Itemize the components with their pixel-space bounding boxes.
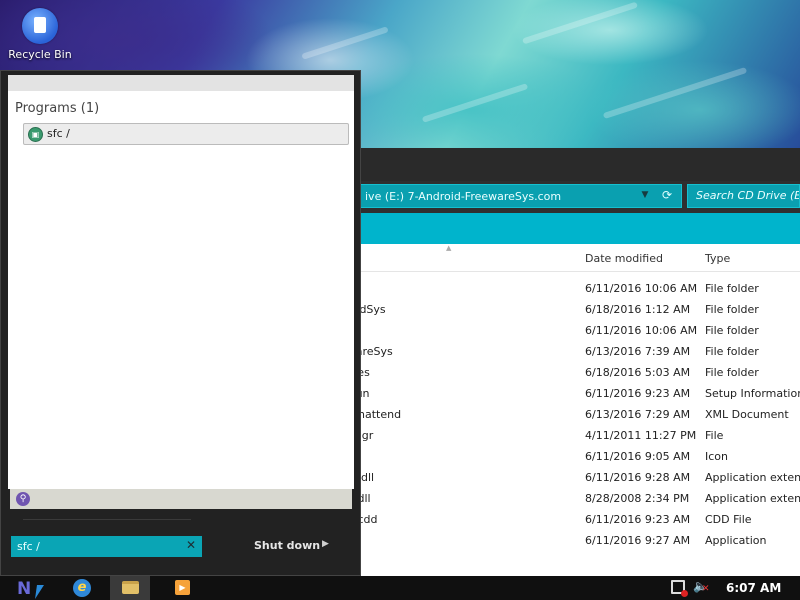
table-row[interactable]: up.cdd 6/11/2016 9:23 AM CDD File [340,509,800,530]
file-date: 6/11/2016 9:23 AM [585,513,691,526]
file-name: up [340,530,580,551]
column-header: ▲ Date modified Type [340,244,800,272]
file-date: 6/18/2016 5:03 AM [585,366,691,379]
table-row[interactable]: urces 6/18/2016 5:03 AM File folder [340,362,800,383]
table-row[interactable]: o_1 6/11/2016 9:05 AM Icon [340,446,800,467]
volume-muted-icon[interactable]: 🔈 [693,579,711,597]
file-name: up.cdd [340,509,580,530]
file-date: 6/11/2016 9:23 AM [585,387,691,400]
search-result-label: sfc / [47,127,70,140]
file-date: 6/11/2016 9:27 AM [585,534,691,547]
file-date: 6/11/2016 9:28 AM [585,471,691,484]
explorer-title-bar[interactable] [340,148,800,181]
file-name: ot [340,278,580,299]
see-more-results-bar[interactable]: ⚲ [10,489,352,509]
media-player-icon: ▶ [175,580,190,595]
file-type: Application [705,534,767,547]
file-name: tounattend [340,408,402,421]
file-type: Icon [705,450,728,463]
file-date: 6/13/2016 7:29 AM [585,408,691,421]
table-row[interactable]: ewareSys 6/13/2016 7:39 AM File folder [340,341,800,362]
file-date: 8/28/2008 2:34 PM [585,492,690,505]
taskbar-clock[interactable]: 6:07 AM [726,581,781,595]
file-type: Application extension [705,471,800,484]
shutdown-button[interactable]: Shut down [254,539,320,552]
internet-explorer-icon: e [73,579,91,597]
table-row[interactable]: ot 6/11/2016 10:06 AM File folder [340,278,800,299]
explorer-toolbar [340,213,800,244]
start-button[interactable]: N [0,576,40,600]
results-section-title: Programs (1) [15,101,100,116]
file-name: 5.1.dll [340,467,580,488]
table-row[interactable]: 5.1.dll 6/11/2016 9:28 AM Application exte… [340,467,800,488]
table-row[interactable]: 51.dll 8/28/2008 2:34 PM Application exten… [340,488,800,509]
address-dropdown-icon[interactable]: ▼ [638,185,652,205]
search-result-sfc[interactable]: ▣ sfc / [23,123,349,145]
table-row[interactable]: tounattend 6/13/2016 7:29 AM XML Document [340,404,800,425]
file-type: File [705,429,724,442]
explorer-address-row: ive (E:) 7-Android-FreewareSys.com ▼ ⟳ S… [340,181,800,213]
file-type: File folder [705,324,759,337]
start-search-input[interactable] [11,536,181,557]
file-date: 4/11/2011 11:27 PM [585,429,697,442]
file-type: File folder [705,366,759,379]
taskbar: N e ▶ 🔈 6:07 AM [0,576,800,600]
file-explorer-icon [122,581,139,594]
search-icon: ⚲ [16,492,30,506]
file-name: ewareSys [340,345,393,358]
file-type: XML Document [705,408,789,421]
table-row[interactable]: up 6/11/2016 9:27 AM Application [340,530,800,551]
shutdown-options-arrow-icon[interactable]: ▶ [322,539,329,549]
file-date: 6/11/2016 10:06 AM [585,282,698,295]
sfc-app-icon: ▣ [28,127,43,142]
start-icon: N [17,579,32,599]
file-date: 6/13/2016 7:39 AM [585,345,691,358]
start-search-box: ✕ [11,536,202,557]
desktop-icon-recycle-bin[interactable]: Recycle Bin [6,6,74,61]
taskbar-file-explorer[interactable] [110,576,150,600]
file-name: shadSys [340,303,386,316]
table-row[interactable]: otmgr 4/11/2011 11:27 PM File [340,425,800,446]
file-date: 6/11/2016 9:05 AM [585,450,691,463]
file-date: 6/18/2016 1:12 AM [585,303,691,316]
file-list: ot 6/11/2016 10:06 AM File folder shadSys 6… [340,278,800,551]
desktop-icon-label: Recycle Bin [8,48,72,61]
file-date: 6/11/2016 10:06 AM [585,324,698,337]
file-type: File folder [705,303,759,316]
start-menu-top-strip [8,75,354,91]
file-name: urces [340,362,580,383]
file-type: Setup Information [705,387,800,400]
file-type: Application extension [705,492,800,505]
clear-search-icon[interactable]: ✕ [186,538,196,552]
file-name: o_1 [340,446,580,467]
column-type[interactable]: Type [705,252,730,265]
recycle-bin-icon [22,8,58,44]
search-results-panel: Programs (1) ▣ sfc / [8,91,354,489]
column-date-modified[interactable]: Date modified [585,252,663,265]
network-icon[interactable] [671,580,688,597]
taskbar-internet-explorer[interactable]: e [62,576,102,600]
taskbar-media-player[interactable]: ▶ [162,576,202,600]
refresh-icon[interactable]: ⟳ [658,185,676,205]
table-row[interactable]: shadSys 6/18/2016 1:12 AM File folder [340,299,800,320]
file-name: torun [340,383,580,404]
file-type: File folder [705,282,759,295]
file-type: CDD File [705,513,752,526]
file-name: otmgr [340,425,580,446]
table-row[interactable]: 6/11/2016 10:06 AM File folder [340,320,800,341]
table-row[interactable]: torun 6/11/2016 9:23 AM Setup Information [340,383,800,404]
file-name: 51.dll [340,488,580,509]
file-explorer-window: ive (E:) 7-Android-FreewareSys.com ▼ ⟳ S… [340,148,800,578]
sort-arrow-icon: ▲ [446,244,452,252]
explorer-search-input[interactable]: Search CD Drive (E:) 7-Android-FreewareS… [687,184,800,208]
start-menu: Programs (1) ▣ sfc / ⚲ ✕ Shut down ▶ [0,70,361,576]
address-bar[interactable]: ive (E:) 7-Android-FreewareSys.com [340,184,682,208]
start-menu-divider [23,519,191,529]
file-type: File folder [705,345,759,358]
